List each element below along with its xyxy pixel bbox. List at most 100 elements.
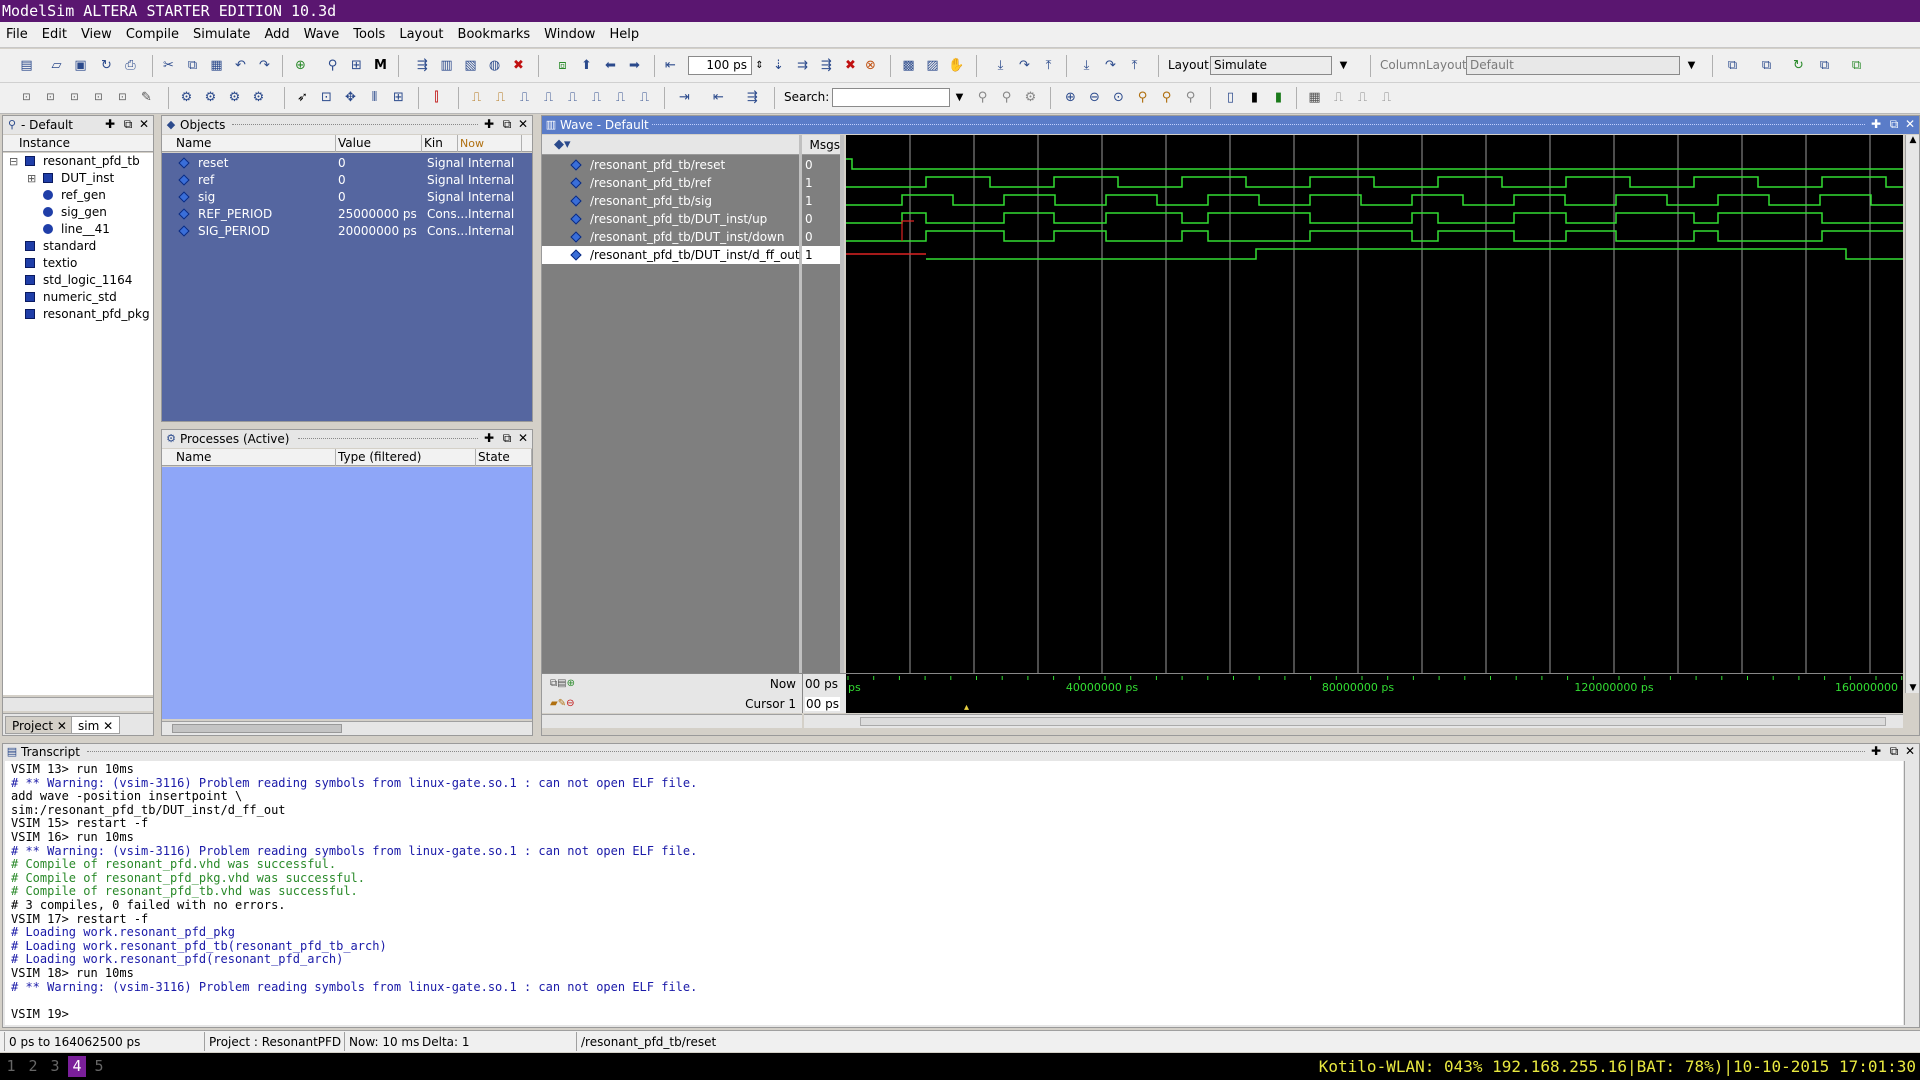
search-dropdown-arrow[interactable]: ▼ [952,88,967,107]
dock-icon[interactable]: ✚ [1869,744,1883,758]
object-row[interactable]: reset 0 Signal Internal [162,155,532,172]
workspace-1[interactable]: 1 [2,1056,20,1077]
stop-icon[interactable]: ✖ [510,57,527,74]
continue-run-icon[interactable]: ⇉ [794,57,811,74]
dataflow-2-icon[interactable]: ▮ [1246,89,1263,106]
wave-signal-row[interactable]: /resonant_pfd_tb/DUT_inst/down [542,228,799,246]
run-length-spinner[interactable]: ⇕ [752,56,767,75]
menu-wave[interactable]: Wave [304,27,340,42]
close-icon[interactable]: ✕ [137,117,151,131]
undock-icon[interactable]: ⧉ [1887,117,1901,131]
col-type[interactable]: Type (filtered) [336,449,476,466]
object-row[interactable]: sig 0 Signal Internal [162,189,532,206]
window-3-icon[interactable]: ⧉ [1816,57,1833,74]
gear-2-icon[interactable]: ⚙ [202,89,219,106]
instance-item[interactable]: ⊟ resonant_pfd_tb [3,153,153,170]
gear-1-icon[interactable]: ⚙ [178,89,195,106]
run-all-icon[interactable]: ⇶ [818,57,835,74]
break-icon[interactable]: ◍ [486,57,503,74]
edge-3-icon[interactable]: ⎍ [516,89,533,106]
compile-icon[interactable]: ⇶ [414,57,431,74]
wave-timeline[interactable]: ps 40000000 ps 80000000 ps 120000000 ps 1600… [846,673,1903,713]
search-input[interactable] [832,88,950,107]
col-state[interactable]: State [476,449,532,466]
scroll-thumb[interactable] [172,724,342,733]
waveform-area[interactable] [846,135,1903,693]
wave-vertical-scrollbar[interactable]: ▲ ▼ [1905,135,1919,693]
wave-trace-up[interactable] [846,212,1903,224]
cut-icon[interactable]: ✂ [160,57,177,74]
edge-5-icon[interactable]: ⎍ [564,89,581,106]
wave-edit-2-icon[interactable]: ⎍ [1354,89,1371,106]
sim-horizontal-scrollbar[interactable] [3,697,153,711]
col-name[interactable]: Name [162,449,336,466]
wave-trace-ref[interactable] [846,176,1903,188]
open-file-icon[interactable]: ▱ [48,57,65,74]
menu-window[interactable]: Window [544,27,595,42]
tab-sim[interactable]: sim ✕ [71,716,121,734]
workspace-5[interactable]: 5 [90,1056,108,1077]
refresh-icon[interactable]: ↻ [1790,57,1807,74]
gear-3-icon[interactable]: ⚙ [226,89,243,106]
close-icon[interactable]: ✕ [516,431,530,445]
transcript-vertical-scrollbar[interactable] [1904,761,1917,1025]
scroll-up-icon[interactable]: ▲ [1906,135,1919,145]
back-icon[interactable]: ⬅ [602,57,619,74]
transcript-console[interactable]: VSIM 13> run 10ms # ** Warning: (vsim-311… [5,761,1903,1025]
step-5-icon[interactable]: ⊡ [114,89,131,106]
dataflow-icon[interactable]: ▯ [1222,89,1239,106]
simulate-icon[interactable]: ▧ [462,57,479,74]
step-over-icon[interactable]: ↷ [1016,57,1033,74]
find-icon[interactable]: ⚲ [324,57,341,74]
undock-icon[interactable]: ⧉ [500,431,514,445]
object-row[interactable]: ref 0 Signal Internal [162,172,532,189]
grid-icon[interactable]: ▦ [1306,89,1323,106]
window-4-icon[interactable]: ⧉ [1848,57,1865,74]
close-icon[interactable]: ✕ [1903,744,1917,758]
instance-item[interactable]: textio [3,255,153,272]
menu-add[interactable]: Add [264,27,289,42]
new-file-icon[interactable]: ▤ [18,57,35,74]
tree-toggle-icon[interactable]: ⊟ [9,153,18,170]
menu-edit[interactable]: Edit [42,27,67,42]
undock-icon[interactable]: ⧉ [121,117,135,131]
close-icon[interactable]: ✕ [1903,117,1917,131]
edge-1-icon[interactable]: ⎍ [468,89,485,106]
menu-file[interactable]: File [6,27,28,42]
edge-8-icon[interactable]: ⎍ [636,89,653,106]
instance-item[interactable]: std_logic_1164 [3,272,153,289]
compile-all-icon[interactable]: ▥ [438,57,455,74]
instance-item[interactable]: ref_gen [3,187,153,204]
layout-dropdown-arrow[interactable]: ▼ [1336,56,1351,75]
insert-cursor-icon[interactable]: ⫿ [428,89,445,106]
cursor-row-icons[interactable]: ▰✎⊖ [550,698,574,709]
step-into-2-icon[interactable]: ⤓ [1078,57,1095,74]
menu-help[interactable]: Help [609,27,639,42]
zoom-full-icon[interactable]: ⊙ [1110,89,1127,106]
dock-icon[interactable]: ✚ [103,117,117,131]
workspace-2[interactable]: 2 [24,1056,42,1077]
memory-profile-icon[interactable]: ▨ [924,57,941,74]
print-icon[interactable]: ⎙ [122,57,139,74]
step-1-icon[interactable]: ⊡ [18,89,35,106]
wave-trace-sig[interactable] [846,194,1903,206]
menu-bookmarks[interactable]: Bookmarks [458,27,531,42]
instance-item[interactable]: resonant_pfd_pkg [3,306,153,323]
gear-4-icon[interactable]: ⚙ [250,89,267,106]
col-now[interactable]: Now [458,135,522,152]
step-out-icon[interactable]: ⤒ [1040,57,1057,74]
values-horizontal-scrollbar[interactable] [804,714,846,728]
pan-mode-icon[interactable]: ✥ [342,89,359,106]
wave-format-icon[interactable]: ◆▾ [554,137,571,152]
redo-icon[interactable]: ↷ [256,57,273,74]
panel-grip[interactable] [652,124,1865,126]
instance-item[interactable]: numeric_std [3,289,153,306]
workspace-4[interactable]: 4 [68,1056,86,1077]
wave-edit-1-icon[interactable]: ⎍ [1330,89,1347,106]
menu-tools[interactable]: Tools [353,27,385,42]
undo-icon[interactable]: ↶ [232,57,249,74]
undock-icon[interactable]: ⧉ [500,117,514,131]
paste-icon[interactable]: ▦ [208,57,225,74]
layout-select[interactable]: Simulate [1210,56,1332,75]
search-options-icon[interactable]: ⚙ [1022,89,1039,106]
